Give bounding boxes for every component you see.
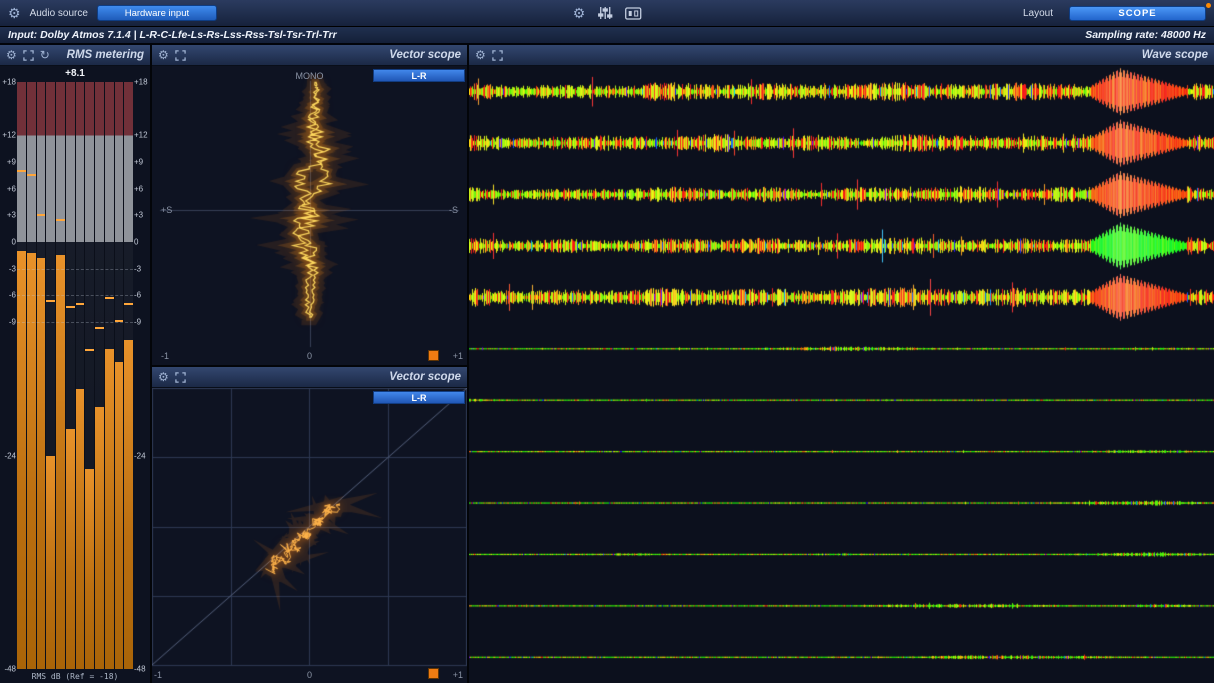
meter-bar-Trr: [124, 82, 133, 669]
scale-tick: +18: [133, 78, 150, 87]
scale-tick: +3: [0, 211, 17, 220]
meter-bar-Lfe: [46, 82, 55, 669]
notification-dot: [1206, 3, 1211, 8]
scale-tick: +9: [133, 158, 150, 167]
scale-tick: +3: [133, 211, 150, 220]
vector-bottom-fullscreen-icon[interactable]: [175, 372, 186, 383]
x-zero-label: 0: [307, 670, 312, 680]
vector-bottom-display: [152, 388, 467, 683]
x-min-label: -1: [161, 351, 169, 361]
meter-bar-Trl: [115, 82, 124, 669]
topbar: ⚙ Audio source Hardware input ⚙ Layout S…: [0, 0, 1214, 27]
vector-top-display: [152, 66, 467, 365]
meter-bar-L: [17, 82, 26, 669]
meter-bar-Tsl: [95, 82, 104, 669]
scale-tick: -48: [0, 665, 17, 674]
wave-display: [469, 66, 1214, 683]
vector-top-title: Vector scope: [389, 49, 461, 61]
sampling-rate-label: Sampling rate: 48000 Hz: [1085, 29, 1206, 41]
rms-metering-panel: ⚙ ↻ RMS metering +8.1 +18 +12 +9 +6 +3 0 -3 -6 -…: [0, 45, 150, 683]
rms-footer-label: RMS dB (Ref = -18): [0, 669, 150, 683]
rms-fullscreen-icon[interactable]: [23, 50, 34, 61]
rms-settings-gear-icon[interactable]: ⚙: [6, 49, 17, 61]
scale-tick: -6: [133, 291, 150, 300]
scale-tick: -6: [0, 291, 17, 300]
x-max-label: +1: [453, 670, 463, 680]
scale-tick: 0: [0, 238, 17, 247]
vector-top-header: ⚙ Vector scope: [152, 45, 467, 66]
meter-bar-C: [37, 82, 46, 669]
wave-settings-gear-icon[interactable]: ⚙: [475, 49, 486, 61]
rms-panel-title: RMS metering: [67, 49, 144, 61]
audio-source-label: Audio source: [30, 8, 88, 19]
scale-tick: -48: [133, 665, 150, 674]
vector-bottom-mode-button[interactable]: L-R: [373, 391, 465, 404]
vector-bottom-settings-gear-icon[interactable]: ⚙: [158, 371, 169, 383]
vector-bottom-title: Vector scope: [389, 371, 461, 383]
plus-s-label: +S: [161, 205, 172, 215]
vector-top-body: MONO +S -S -1 0 +1 L-R: [152, 66, 467, 365]
wave-scope-panel: ⚙ Wave scope: [469, 45, 1214, 683]
meter-bar-Rs: [66, 82, 75, 669]
meter-bar-Rss: [85, 82, 94, 669]
x-zero-label: 0: [307, 351, 312, 361]
scale-tick: -9: [0, 318, 17, 327]
meter-bar-R: [27, 82, 36, 669]
layout-button[interactable]: Layout: [1023, 8, 1053, 19]
rms-panel-body: +8.1 +18 +12 +9 +6 +3 0 -3 -6 -9 -24 -48 +18 +12 +9 +…: [0, 66, 150, 683]
vector-bottom-body: -1 0 +1 L-R: [152, 388, 467, 683]
hardware-input-button[interactable]: Hardware input: [97, 5, 217, 21]
scale-tick: +6: [133, 184, 150, 193]
vector-bottom-clip-indicator[interactable]: [428, 668, 439, 679]
scale-tick: -3: [133, 264, 150, 273]
channel-sliders-icon[interactable]: [597, 6, 612, 20]
rms-scale-left: +18+12+9+6+30-3-6-9-24-48: [0, 82, 17, 669]
input-format-label: Input: Dolby Atmos 7.1.4 | L-R-C-Lfe-Ls-…: [8, 29, 337, 41]
rms-meter: +18+12+9+6+30-3-6-9-24-48 +18+12+9+6+30-…: [0, 80, 150, 669]
settings-gear-icon[interactable]: ⚙: [573, 6, 586, 20]
mono-label: MONO: [296, 71, 324, 81]
panel-grid: ⚙ ↻ RMS metering +8.1 +18 +12 +9 +6 +3 0 -3 -6 -…: [0, 45, 1214, 683]
scale-tick: +6: [0, 184, 17, 193]
vector-top-mode-button[interactable]: L-R: [373, 69, 465, 82]
rms-panel-header: ⚙ ↻ RMS metering: [0, 45, 150, 66]
wave-panel-title: Wave scope: [1142, 49, 1208, 61]
rms-reset-icon[interactable]: ↻: [40, 49, 50, 61]
x-max-label: +1: [453, 351, 463, 361]
wave-panel-body: [469, 66, 1214, 683]
rms-scale-right: +18+12+9+6+30-3-6-9-24-48: [133, 82, 150, 669]
scale-tick: -3: [0, 264, 17, 273]
scale-tick: +18: [0, 78, 17, 87]
audio-analyzer-app: ⚙ Audio source Hardware input ⚙ Layout S…: [0, 0, 1214, 683]
scale-tick: -24: [0, 451, 17, 460]
rms-peak-readout: +8.1: [0, 66, 150, 80]
meter-bar-Ls: [56, 82, 65, 669]
scale-tick: -9: [133, 318, 150, 327]
vector-scope-panel-bottom: ⚙ Vector scope -1 0 +1 L-R: [152, 367, 467, 683]
rms-meter-bars: [17, 82, 133, 669]
scale-tick: +12: [133, 131, 150, 140]
io-monitor-icon[interactable]: [624, 7, 641, 20]
scale-tick: 0: [133, 238, 150, 247]
wave-fullscreen-icon[interactable]: [492, 50, 503, 61]
vector-top-clip-indicator[interactable]: [428, 350, 439, 361]
minus-s-label: -S: [449, 205, 458, 215]
scope-button[interactable]: SCOPE: [1069, 6, 1206, 21]
meter-bar-Lss: [76, 82, 85, 669]
vector-scope-panel-top: ⚙ Vector scope MONO +S -S -1 0 +1 L-R: [152, 45, 467, 365]
vector-top-fullscreen-icon[interactable]: [175, 50, 186, 61]
meter-bar-Tsr: [105, 82, 114, 669]
x-min-label: -1: [154, 670, 162, 680]
scale-tick: +9: [0, 158, 17, 167]
wave-panel-header: ⚙ Wave scope: [469, 45, 1214, 66]
infobar: Input: Dolby Atmos 7.1.4 | L-R-C-Lfe-Ls-…: [0, 27, 1214, 45]
scale-tick: -24: [133, 451, 150, 460]
vector-top-settings-gear-icon[interactable]: ⚙: [158, 49, 169, 61]
audio-source-gear-icon[interactable]: ⚙: [8, 6, 21, 20]
vector-bottom-header: ⚙ Vector scope: [152, 367, 467, 388]
scale-tick: +12: [0, 131, 17, 140]
